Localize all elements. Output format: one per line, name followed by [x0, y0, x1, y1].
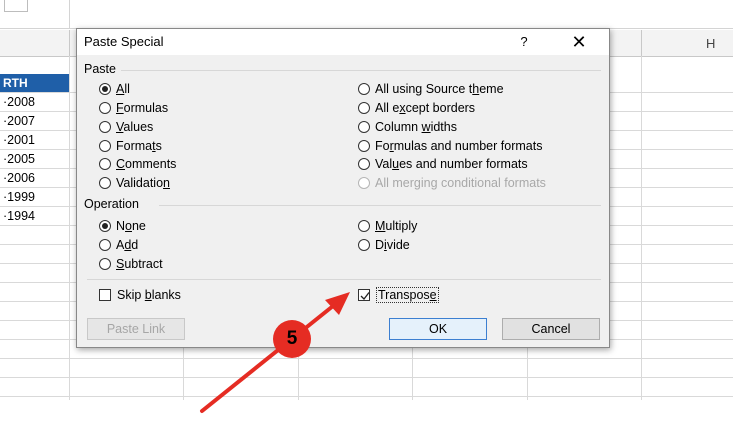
option-label: Skip blanks — [117, 288, 181, 302]
option-label: Add — [116, 238, 139, 252]
paste-except-borders-option[interactable]: All except borders — [358, 100, 475, 116]
radio-unselected[interactable] — [358, 140, 370, 152]
option-label: Formats — [116, 139, 162, 153]
year-cell[interactable]: ·1999 — [0, 188, 69, 206]
cancel-button[interactable]: Cancel — [502, 318, 600, 340]
close-button[interactable]: ✕ — [566, 32, 592, 52]
year-cell[interactable]: ·1994 — [0, 207, 69, 225]
radio-selected[interactable] — [99, 83, 111, 95]
option-label: All using Source theme — [375, 82, 504, 96]
paste-formulas-number-formats-option[interactable]: Formulas and number formats — [358, 138, 542, 154]
paste-source-theme-option[interactable]: All using Source theme — [358, 81, 504, 97]
option-label: Values — [116, 120, 154, 134]
dialog-title: Paste Special — [84, 34, 164, 49]
paste-merging-conditional-formats-option: All merging conditional formats — [358, 175, 546, 191]
option-label: Formulas and number formats — [375, 139, 543, 153]
paste-link-button: Paste Link — [87, 318, 185, 340]
operation-multiply-option[interactable]: Multiply — [358, 218, 417, 234]
radio-unselected[interactable] — [358, 158, 370, 170]
option-label: None — [116, 219, 146, 233]
radio-unselected[interactable] — [358, 102, 370, 114]
paste-values-option[interactable]: Values — [99, 119, 153, 135]
option-label: Multiply — [375, 219, 418, 233]
year-cell[interactable]: ·2007 — [0, 112, 69, 130]
formula-bar-area — [0, 0, 733, 29]
checkmark-icon — [360, 292, 370, 300]
radio-unselected[interactable] — [99, 158, 111, 170]
year-cell[interactable]: ·2006 — [0, 169, 69, 187]
radio-unselected[interactable] — [358, 121, 370, 133]
paste-validation-option[interactable]: Validation — [99, 175, 170, 191]
paste-special-dialog: Paste Special ? ✕ Paste All Formulas Val… — [76, 28, 610, 348]
step-number-badge: 5 — [273, 320, 311, 358]
option-label: All — [116, 82, 130, 96]
radio-unselected[interactable] — [358, 83, 370, 95]
radio-selected[interactable] — [99, 220, 111, 232]
operation-group-label: Operation — [84, 197, 139, 211]
option-label: Transpose — [376, 287, 439, 303]
paste-formats-option[interactable]: Formats — [99, 138, 162, 154]
radio-unselected[interactable] — [358, 239, 370, 251]
header-cell-birth[interactable]: RTH — [0, 74, 69, 92]
options-divider — [87, 279, 601, 280]
option-label: All except borders — [375, 101, 476, 115]
operation-divide-option[interactable]: Divide — [358, 237, 410, 253]
radio-unselected[interactable] — [99, 258, 111, 270]
option-label: Comments — [116, 157, 177, 171]
transpose-checkbox[interactable] — [358, 289, 370, 301]
operation-group-divider — [159, 205, 601, 206]
paste-formulas-option[interactable]: Formulas — [99, 100, 168, 116]
year-cell[interactable]: ·2001 — [0, 131, 69, 149]
option-label: Values and number formats — [375, 157, 528, 171]
formula-bar-divider — [69, 0, 70, 28]
option-label: Divide — [375, 238, 410, 252]
option-label: Column widths — [375, 120, 457, 134]
operation-none-option[interactable]: None — [99, 218, 146, 234]
radio-disabled — [358, 177, 370, 189]
radio-unselected[interactable] — [99, 177, 111, 189]
option-label: Subtract — [116, 257, 163, 271]
transpose-option[interactable]: Transpose — [358, 287, 439, 303]
operation-add-option[interactable]: Add — [99, 237, 138, 253]
ok-button[interactable]: OK — [389, 318, 487, 340]
paste-values-number-formats-option[interactable]: Values and number formats — [358, 156, 528, 172]
radio-unselected[interactable] — [99, 239, 111, 251]
skip-blanks-option[interactable]: Skip blanks — [99, 287, 181, 303]
option-label: All merging conditional formats — [375, 176, 546, 190]
paste-group-divider — [121, 70, 601, 71]
skip-blanks-checkbox[interactable] — [99, 289, 111, 301]
column-header-h[interactable]: H — [706, 36, 715, 51]
radio-unselected[interactable] — [99, 121, 111, 133]
operation-subtract-option[interactable]: Subtract — [99, 256, 163, 272]
radio-unselected[interactable] — [358, 220, 370, 232]
option-label: Validation — [116, 176, 170, 190]
radio-unselected[interactable] — [99, 102, 111, 114]
option-label: Formulas — [116, 101, 169, 115]
paste-group-label: Paste — [84, 62, 116, 76]
name-box[interactable] — [4, 0, 28, 12]
paste-all-option[interactable]: All — [99, 81, 130, 97]
paste-comments-option[interactable]: Comments — [99, 156, 176, 172]
year-cell[interactable]: ·2005 — [0, 150, 69, 168]
year-cell[interactable]: ·2008 — [0, 93, 69, 111]
radio-unselected[interactable] — [99, 140, 111, 152]
dialog-title-bar: Paste Special ? ✕ — [77, 29, 609, 55]
paste-column-widths-option[interactable]: Column widths — [358, 119, 457, 135]
help-button[interactable]: ? — [514, 32, 534, 52]
